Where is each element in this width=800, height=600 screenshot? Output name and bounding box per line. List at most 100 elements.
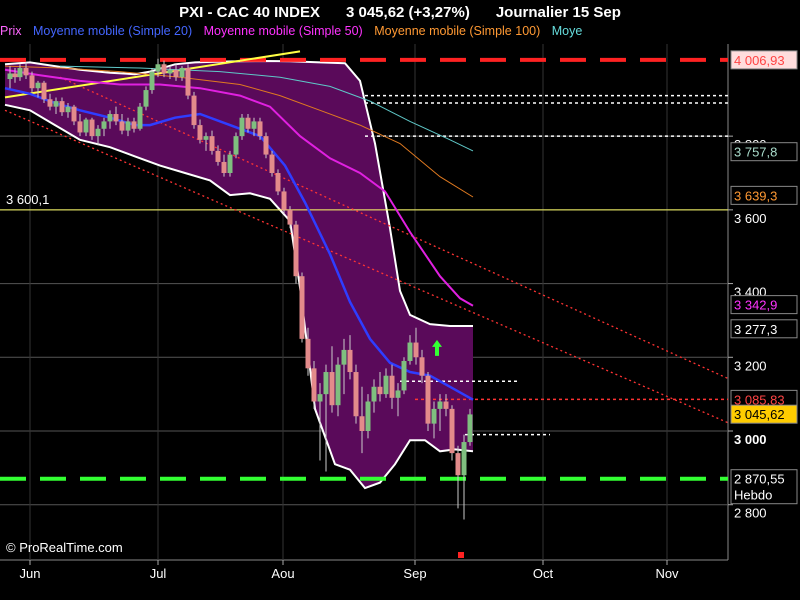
candle-body — [143, 90, 149, 107]
candle-body — [161, 64, 167, 74]
candle-body — [197, 125, 203, 140]
candle-body — [47, 99, 53, 107]
candle-body — [167, 69, 173, 74]
x-tick-label: Aou — [271, 566, 294, 581]
candle-body — [395, 390, 401, 398]
candle-body — [113, 114, 119, 122]
candle-body — [29, 75, 35, 89]
candle-body — [269, 154, 275, 173]
candle-body — [185, 67, 191, 96]
candle-body — [227, 154, 233, 173]
candle-body — [401, 360, 407, 391]
candle-body — [35, 82, 41, 89]
price-label-text: 3 639,3 — [734, 188, 777, 203]
candle-body — [53, 101, 59, 107]
candle-body — [83, 119, 89, 133]
candle-body — [371, 386, 377, 402]
candle-body — [365, 401, 371, 431]
candle-body — [305, 338, 311, 369]
price-label-sub: Hebdo — [734, 488, 772, 503]
candle-body — [449, 408, 455, 454]
candle-body — [119, 121, 125, 131]
price-label-text: 2 870,55 — [734, 472, 785, 487]
candle-body — [329, 372, 335, 406]
candle-body — [323, 372, 329, 395]
candle-body — [383, 375, 389, 395]
candle-body — [347, 349, 353, 373]
candle-body — [335, 364, 341, 406]
price-chart[interactable]: 2 8003 0003 2003 4003 6003 800JunJulAouS… — [0, 0, 800, 600]
candle-body — [311, 368, 317, 402]
candle-body — [431, 408, 437, 424]
x-tick-label: Nov — [655, 566, 679, 581]
candle-body — [101, 121, 107, 129]
marker-icon — [458, 552, 464, 558]
candle-body — [389, 375, 395, 398]
candle-body — [149, 71, 155, 91]
candle-body — [17, 67, 23, 78]
x-tick-label: Sep — [403, 566, 426, 581]
candle-body — [353, 372, 359, 417]
candle-body — [413, 342, 419, 358]
candle-body — [71, 106, 77, 122]
x-tick-label: Jul — [150, 566, 167, 581]
candle-body — [12, 73, 18, 78]
candle-body — [359, 416, 365, 431]
candle-body — [263, 136, 269, 155]
y-tick-label: 3 000 — [734, 432, 767, 447]
candle-body — [233, 136, 239, 155]
x-tick-label: Oct — [533, 566, 554, 581]
candle-body — [287, 209, 293, 225]
candle-body — [65, 106, 71, 113]
candle-body — [209, 136, 215, 151]
candle-body — [257, 121, 263, 137]
candle-body — [131, 121, 137, 129]
candle-body — [281, 191, 287, 210]
candle-body — [191, 95, 197, 126]
candle-body — [179, 67, 185, 78]
candle-body — [41, 82, 47, 100]
price-label-text: 3 277,3 — [734, 322, 777, 337]
candle-body — [155, 64, 161, 72]
y-tick-label: 2 800 — [734, 506, 767, 521]
candle-body — [239, 117, 245, 137]
candle-body — [275, 173, 281, 192]
candle-body — [341, 349, 347, 365]
y-tick-label: 3 600 — [734, 211, 767, 226]
candle-body — [77, 121, 83, 133]
candle-body — [419, 357, 425, 376]
watermark: © ProRealTime.com — [6, 540, 123, 555]
price-label-text: 4 006,93 — [734, 53, 785, 68]
candle-body — [425, 375, 431, 424]
candle-body — [299, 276, 305, 339]
candle-body — [293, 224, 299, 277]
candle-body — [215, 150, 221, 162]
candle-body — [407, 342, 413, 361]
y-tick-label: 3 200 — [734, 358, 767, 373]
candle-body — [23, 67, 29, 76]
candle-body — [203, 136, 209, 140]
candle-body — [173, 69, 179, 78]
candle-body — [317, 394, 323, 402]
price-label-text: 3 757,8 — [734, 145, 777, 160]
price-label-text: 3 045,62 — [734, 407, 785, 422]
candle-body — [59, 101, 65, 113]
candle-body — [245, 117, 251, 129]
candle-body — [221, 161, 227, 173]
candle-body — [437, 401, 443, 409]
level-label: 3 600,1 — [6, 192, 49, 207]
candle-body — [137, 106, 143, 129]
candle-body — [377, 386, 383, 395]
x-tick-label: Jun — [20, 566, 41, 581]
candle-body — [461, 442, 467, 476]
candle-body — [251, 121, 257, 129]
candle-body — [467, 414, 473, 443]
candle-body — [89, 119, 95, 137]
candle-body — [7, 73, 13, 80]
candle-body — [95, 128, 101, 137]
candle-body — [107, 114, 113, 122]
candle-body — [443, 401, 449, 409]
candle-body — [125, 121, 131, 131]
candle-body — [455, 453, 461, 476]
price-label-text: 3 342,9 — [734, 298, 777, 313]
